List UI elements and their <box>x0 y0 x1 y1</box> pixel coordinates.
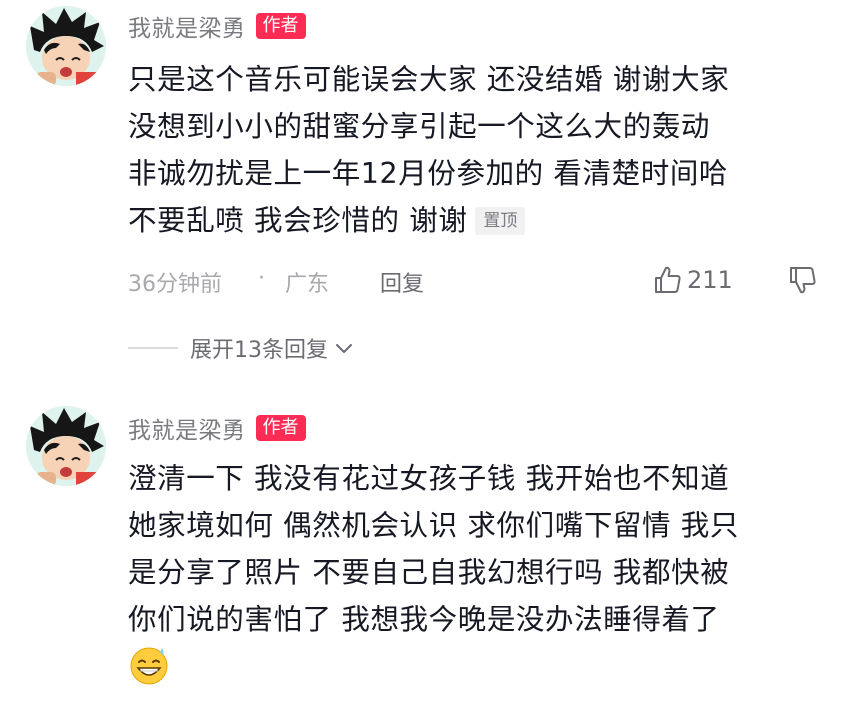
comment-line: 非诚勿扰是上一年12月份参加的 看清楚时间哈 <box>128 157 729 190</box>
comment-line: 是分享了照片 不要自己自我幻想行吗 我都快被 <box>128 556 730 589</box>
expand-divider <box>128 347 178 349</box>
comment-item: 我就是梁勇 作者 澄清一下 我没有花过女孩子钱 我开始也不知道 她家境如何 偶然… <box>0 398 847 704</box>
author-badge: 作者 <box>255 13 306 39</box>
avatar-image <box>26 6 106 86</box>
comment-text: 澄清一下 我没有花过女孩子钱 我开始也不知道 她家境如何 偶然机会认识 求你们嘴… <box>128 455 828 690</box>
comment-item: 我就是梁勇 作者 只是这个音乐可能误会大家 还没结婚 谢谢大家 没想到小小的甜蜜… <box>0 0 847 380</box>
comment-line-text: 不要乱喷 我会珍惜的 谢谢 <box>128 204 468 237</box>
author-avatar[interactable] <box>26 6 106 86</box>
author-row: 我就是梁勇 作者 <box>128 10 306 42</box>
expand-replies-label: 展开13条回复 <box>190 338 328 363</box>
meta-separator: · <box>258 266 265 291</box>
thumbs-up-icon <box>655 266 681 293</box>
like-button[interactable]: 211 <box>651 262 733 298</box>
comment-line: 只是这个音乐可能误会大家 还没结婚 谢谢大家 <box>128 63 730 96</box>
chevron-down-icon <box>336 344 352 353</box>
comment-line: 澄清一下 我没有花过女孩子钱 我开始也不知道 <box>128 462 730 495</box>
author-row: 我就是梁勇 作者 <box>128 412 306 444</box>
expand-replies[interactable]: 展开13条回复 <box>128 330 354 366</box>
pinned-tag: 置顶 <box>475 207 526 235</box>
comment-line: 她家境如何 偶然机会认识 求你们嘴下留情 我只 <box>128 509 739 542</box>
author-badge: 作者 <box>255 415 306 441</box>
comment-location: 广东 <box>285 272 330 297</box>
comment-emoji-line <box>128 643 828 690</box>
comment-line: 没想到小小的甜蜜分享引起一个这么大的轰动 <box>128 110 711 143</box>
reply-button[interactable]: 回复 <box>380 266 424 298</box>
comment-time: 36分钟前 <box>128 272 222 297</box>
thumbs-down-icon <box>790 267 816 294</box>
sweat-smile-emoji <box>130 647 168 685</box>
comment-text: 只是这个音乐可能误会大家 还没结婚 谢谢大家 没想到小小的甜蜜分享引起一个这么大… <box>128 56 828 244</box>
comment-meta: 36分钟前 · 广东 回复 211 <box>128 262 828 298</box>
comment-line-last: 不要乱喷 我会珍惜的 谢谢 置顶 <box>128 197 828 244</box>
dislike-button[interactable] <box>786 264 818 298</box>
author-name[interactable]: 我就是梁勇 <box>128 9 246 43</box>
comment-line: 你们说的害怕了 我想我今晚是没办法睡得着了 <box>128 603 720 636</box>
avatar-image <box>26 406 106 486</box>
author-name[interactable]: 我就是梁勇 <box>128 411 246 445</box>
like-count: 211 <box>687 266 733 294</box>
author-avatar[interactable] <box>26 406 106 486</box>
